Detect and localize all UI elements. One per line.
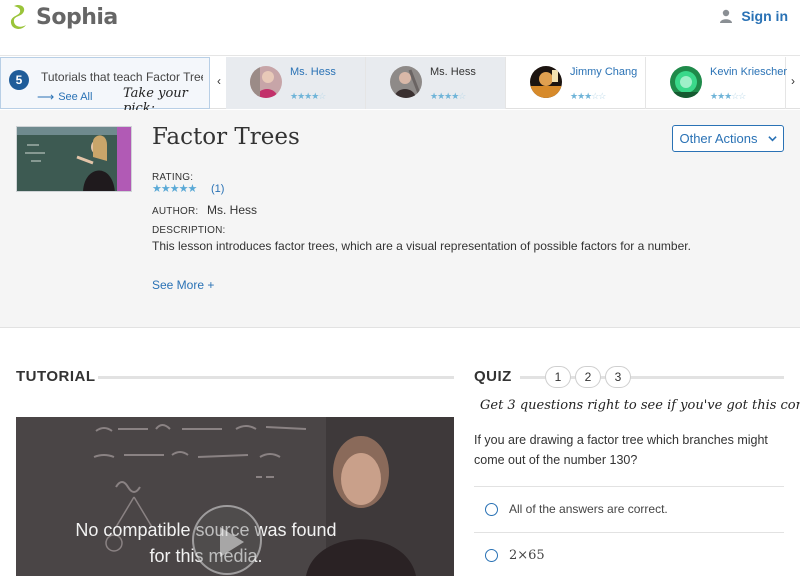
rating-stars: ★★★☆☆ (570, 91, 606, 101)
author-name: Ms. Hess (207, 203, 258, 217)
lesson-thumbnail[interactable] (16, 126, 132, 192)
rating-stars: ★★★★☆ (290, 91, 326, 101)
radio-button[interactable] (485, 503, 498, 516)
tutorial-author: Kevin Kriescher (710, 66, 788, 78)
chevron-down-icon (767, 136, 777, 142)
quiz-question-2-button[interactable]: 2 (575, 366, 601, 388)
tutorial-card[interactable]: Jimmy Chang ★★★☆☆ (506, 57, 646, 109)
radio-button[interactable] (485, 549, 498, 562)
rating-stars: ★★★★☆ (430, 91, 466, 101)
tutorial-author: Jimmy Chang (570, 66, 638, 78)
lesson-info-panel: Factor Trees Other Actions RATING: ★★★★★… (0, 110, 800, 328)
avatar (390, 66, 422, 98)
user-icon (720, 9, 733, 23)
quiz-tagline: Get 3 questions right to see if you've g… (480, 398, 800, 413)
avatar (530, 66, 562, 98)
quiz-answer-option[interactable]: 2×65 (474, 532, 784, 576)
sophia-logo-icon (10, 4, 30, 30)
quiz-question-3-button[interactable]: 3 (605, 366, 631, 388)
video-player[interactable]: No compatible source was found for this … (16, 417, 454, 576)
tutorial-author: Ms. Hess (290, 66, 336, 78)
chevron-left-icon[interactable]: ‹ (212, 74, 226, 88)
chevron-right-icon[interactable]: › (786, 74, 800, 88)
play-button[interactable] (192, 505, 262, 575)
quiz-question: If you are drawing a factor tree which b… (474, 433, 768, 467)
avatar (250, 66, 282, 98)
tutorial-card[interactable]: Ms. Hess ★★★★☆ (366, 57, 506, 109)
arrow-right-icon: ⟶ (37, 90, 55, 104)
sophia-logo[interactable]: Sophia (10, 4, 118, 30)
avatar (670, 66, 702, 98)
answer-text: 2×65 (509, 548, 545, 563)
see-more-link[interactable]: See More + (152, 278, 214, 292)
logo-text: Sophia (36, 4, 118, 30)
divider (98, 376, 454, 379)
author-label: AUTHOR: (152, 206, 199, 217)
sign-in-link[interactable]: Sign in (719, 8, 788, 24)
tutorial-picker-strip: 5 Tutorials that teach Factor Trees ⟶ Se… (0, 57, 800, 116)
rating-count[interactable]: (1) (211, 183, 224, 195)
tutorial-author: Ms. Hess (430, 66, 476, 78)
tutorial-strip-title: Tutorials that teach Factor Trees (41, 70, 203, 84)
tutorial-card[interactable]: Kevin Kriescher ★★★☆☆ (646, 57, 788, 109)
see-all-link[interactable]: ⟶ See All (37, 90, 92, 104)
answer-text: All of the answers are correct. (509, 502, 668, 516)
quiz-question-1-button[interactable]: 1 (545, 366, 571, 388)
quiz-heading: QUIZ (474, 368, 512, 385)
quiz-answer-option[interactable]: All of the answers are correct. (474, 486, 784, 532)
see-all-label: See All (58, 91, 93, 103)
other-actions-label: Other Actions (679, 131, 758, 146)
lesson-description: This lesson introduces factor trees, whi… (152, 239, 691, 253)
description-label: DESCRIPTION: (152, 225, 226, 236)
tutorial-count-panel: 5 Tutorials that teach Factor Trees ⟶ Se… (0, 57, 210, 116)
tutorial-card[interactable]: Ms. Hess ★★★★☆ (226, 57, 366, 109)
rating-stars: ★★★☆☆ (710, 91, 746, 101)
tutorial-heading: TUTORIAL (16, 368, 96, 385)
lesson-title: Factor Trees (152, 124, 300, 150)
rating-stars: ★★★★★ (152, 183, 197, 195)
other-actions-button[interactable]: Other Actions (672, 125, 784, 152)
site-header: Sophia Sign in (0, 0, 800, 56)
tutorial-count-badge: 5 (9, 70, 29, 90)
sign-in-label: Sign in (741, 8, 788, 24)
play-icon (220, 527, 244, 557)
